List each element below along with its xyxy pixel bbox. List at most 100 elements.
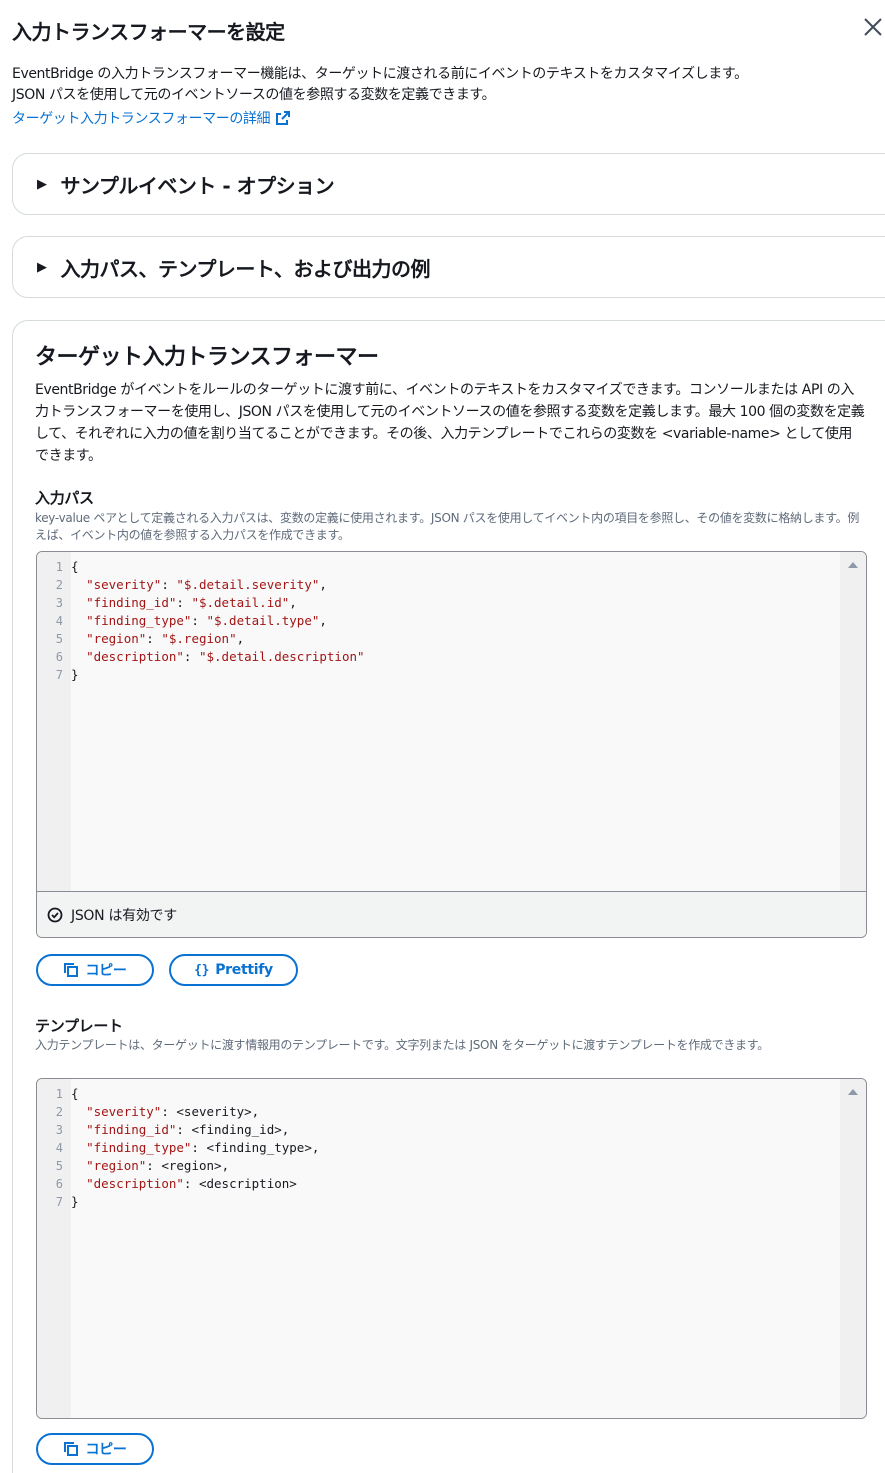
code-lines: 1{2 "severity": "$.detail.severity", 3 "f… <box>37 558 365 684</box>
transformer-title: ターゲット入力トランスフォーマー <box>35 345 379 370</box>
json-separator: : <box>183 649 199 664</box>
json-key: "finding_type" <box>86 613 192 628</box>
json-key: "finding_id" <box>86 1122 177 1137</box>
code-text: "severity": "$.detail.severity", <box>67 576 327 594</box>
line-number: 4 <box>55 614 63 628</box>
line-number: 7 <box>55 668 63 682</box>
json-separator: : <box>176 1122 192 1137</box>
json-value: "$.region" <box>161 631 237 646</box>
learn-more-link[interactable]: ターゲット入力トランスフォーマーの詳細 <box>12 108 291 128</box>
code-line: 4 "finding_type": "$.detail.type", <box>37 612 365 630</box>
json-value: <finding_type> <box>206 1140 312 1155</box>
editor-scrollbar[interactable] <box>840 1079 866 1418</box>
scroll-up-icon[interactable] <box>848 562 858 568</box>
close-button[interactable] <box>862 16 884 38</box>
code-text: { <box>67 558 79 576</box>
json-value: } <box>71 667 79 682</box>
close-icon <box>864 18 882 36</box>
json-key: "region" <box>86 1158 147 1173</box>
template-description: 入力テンプレートは、ターゲットに渡す情報用のテンプレートです。文字列または JS… <box>35 1038 769 1052</box>
json-key: "finding_type" <box>86 1140 192 1155</box>
sample-event-expander[interactable]: ▶ サンプルイベント - オプション <box>12 153 885 215</box>
line-number: 1 <box>55 1087 63 1101</box>
code-text: "severity": <severity>, <box>67 1103 259 1121</box>
examples-title: 入力パス、テンプレート、および出力の例 <box>60 256 431 281</box>
examples-header[interactable]: ▶ 入力パス、テンプレート、および出力の例 <box>13 237 885 297</box>
json-separator: : <box>146 1158 162 1173</box>
json-value: <severity> <box>176 1104 252 1119</box>
transformer-description: EventBridge がイベントをルールのターゲットに渡す前に、イベントのテキ… <box>35 382 865 464</box>
external-link-icon <box>276 111 291 125</box>
line-number: 5 <box>55 632 63 646</box>
code-text: "finding_id": <finding_id>, <box>67 1121 289 1139</box>
input-path-label: 入力パス <box>35 489 94 507</box>
intro-line-1: EventBridge の入力トランスフォーマー機能は、ターゲットに渡される前に… <box>12 66 748 82</box>
code-line: 1{ <box>37 558 365 576</box>
json-trailing: , <box>251 1104 260 1119</box>
json-value: { <box>71 559 79 574</box>
line-number: 2 <box>55 578 63 592</box>
copy-button-label: コピー <box>85 963 127 979</box>
line-number: 5 <box>55 1159 63 1173</box>
code-text: } <box>67 1193 79 1211</box>
code-text: "finding_id": "$.detail.id", <box>67 594 297 612</box>
input-path-description: key-value ペアとして定義される入力パスは、変数の定義に使用されます。J… <box>35 511 860 542</box>
json-trailing: , <box>221 1158 230 1173</box>
json-value: { <box>71 1086 79 1101</box>
code-line: 1{ <box>37 1085 319 1103</box>
sample-event-header[interactable]: ▶ サンプルイベント - オプション <box>13 154 885 214</box>
modal-intro: EventBridge の入力トランスフォーマー機能は、ターゲットに渡される前に… <box>12 64 872 106</box>
editor-scrollbar[interactable] <box>840 552 866 891</box>
json-separator: : <box>146 631 162 646</box>
line-number: 3 <box>55 1123 63 1137</box>
json-separator: : <box>161 1104 177 1119</box>
json-value: "$.detail.description" <box>198 649 365 664</box>
copy-icon <box>64 1442 79 1456</box>
caret-right-icon: ▶ <box>37 176 47 192</box>
json-separator: : <box>161 577 177 592</box>
examples-expander[interactable]: ▶ 入力パス、テンプレート、および出力の例 <box>12 236 885 298</box>
json-trailing: , <box>236 631 245 646</box>
code-lines: 1{2 "severity": <severity>, 3 "finding_id… <box>37 1085 320 1211</box>
json-separator: : <box>183 1176 199 1191</box>
prettify-button[interactable]: {} Prettify <box>169 954 298 986</box>
check-circle-icon <box>47 907 63 922</box>
target-input-transformer-panel: ターゲット入力トランスフォーマー EventBridge がイベントをルールのタ… <box>12 320 885 1473</box>
validation-status-text: JSON は有効です <box>71 907 177 924</box>
code-line: 7} <box>37 666 365 684</box>
json-value: "$.detail.type" <box>206 613 320 628</box>
prettify-button-label: Prettify <box>215 962 273 978</box>
json-trailing: , <box>319 613 327 628</box>
line-number: 6 <box>55 1177 63 1191</box>
code-line: 2 "severity": "$.detail.severity", <box>37 576 365 594</box>
json-key: "severity" <box>86 577 162 592</box>
code-line: 6 "description": <description> <box>37 1175 319 1193</box>
line-number: 6 <box>55 650 63 664</box>
learn-more-link-text: ターゲット入力トランスフォーマーの詳細 <box>12 111 271 127</box>
copy-button-label: コピー <box>85 1442 127 1458</box>
code-text: } <box>67 666 79 684</box>
code-line: 5 "region": "$.region", <box>37 630 365 648</box>
template-editor[interactable]: 1{2 "severity": <severity>, 3 "finding_id… <box>36 1078 867 1419</box>
line-number: 7 <box>55 1195 63 1209</box>
json-value: <description> <box>198 1176 297 1191</box>
intro-line-2: JSON パスを使用して元のイベントソースの値を参照する変数を定義できます。 <box>12 87 496 103</box>
json-key: "description" <box>86 649 184 664</box>
json-key: "region" <box>86 631 147 646</box>
code-line: 7} <box>37 1193 319 1211</box>
braces-icon: {} <box>194 962 210 978</box>
copy-input-path-button[interactable]: コピー <box>36 954 154 986</box>
code-text: "finding_type": "$.detail.type", <box>67 612 327 630</box>
json-value: "$.detail.severity" <box>176 577 320 592</box>
input-path-editor[interactable]: 1{2 "severity": "$.detail.severity", 3 "f… <box>36 551 867 938</box>
validation-status: JSON は有効です <box>37 891 866 937</box>
line-number: 1 <box>55 560 63 574</box>
code-text: "description": "$.detail.description" <box>67 648 365 666</box>
scroll-up-icon[interactable] <box>848 1089 858 1095</box>
json-separator: : <box>176 595 192 610</box>
json-separator: : <box>191 613 207 628</box>
template-label: テンプレート <box>35 1017 123 1035</box>
line-number: 3 <box>55 596 63 610</box>
copy-template-button[interactable]: コピー <box>36 1433 154 1465</box>
json-value: } <box>71 1194 79 1209</box>
